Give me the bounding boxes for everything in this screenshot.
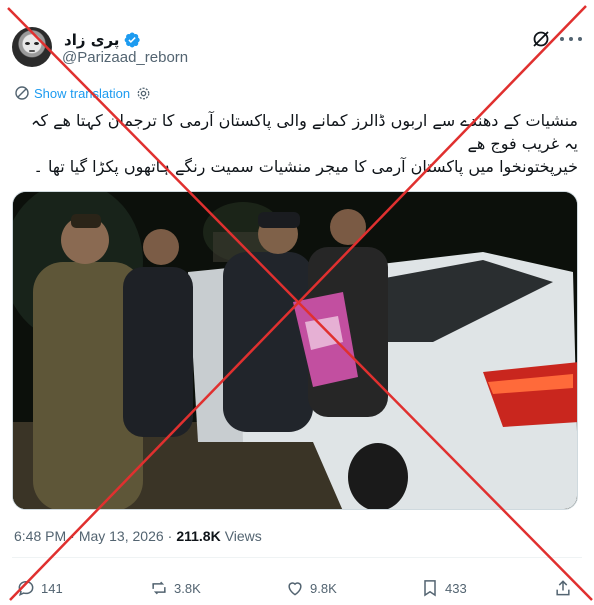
separator: · xyxy=(167,528,173,544)
repost-button[interactable]: 3.8K xyxy=(149,578,201,598)
verified-badge-icon xyxy=(125,32,141,48)
reply-icon xyxy=(18,580,34,597)
tweet-text-line: خیرپختونخوا میں پاکستان آرمی کا میجر منش… xyxy=(33,157,578,176)
heart-icon xyxy=(288,582,302,596)
divider xyxy=(12,557,582,558)
repost-icon xyxy=(152,581,166,595)
avatar[interactable] xyxy=(12,27,52,67)
like-button[interactable]: 9.8K xyxy=(285,578,337,598)
author-handle[interactable]: @Parizaad_reborn xyxy=(62,49,188,66)
tweet-text-line: منشیات کے دھندے سے اربوں ڈالرز کمانے وال… xyxy=(31,111,578,153)
bookmark-icon xyxy=(424,580,436,597)
views-count: 211.8K xyxy=(176,528,221,544)
views-label: Views xyxy=(224,528,262,544)
like-count: 9.8K xyxy=(310,580,337,596)
more-options-icon[interactable] xyxy=(560,29,582,49)
settings-gear-icon[interactable] xyxy=(136,86,151,101)
tweet-card: پری زاد @Parizaad_reborn Show translatio… xyxy=(0,0,594,605)
translate-icon xyxy=(15,86,29,100)
display-name[interactable]: پری زاد xyxy=(64,31,119,49)
translation-row: Show translation xyxy=(14,85,151,101)
separator: · xyxy=(70,528,75,544)
share-icon xyxy=(556,580,570,596)
tweet-photo[interactable] xyxy=(12,191,578,510)
bookmark-button[interactable]: 433 xyxy=(420,578,467,598)
grok-icon[interactable] xyxy=(531,29,551,49)
repost-count: 3.8K xyxy=(174,580,201,596)
bookmark-count: 433 xyxy=(445,580,467,596)
show-translation-link[interactable]: Show translation xyxy=(34,86,130,101)
tweet-text: منشیات کے دھندے سے اربوں ڈالرز کمانے وال… xyxy=(18,109,578,178)
reply-button[interactable]: 141 xyxy=(16,578,63,598)
author-name-row[interactable]: پری زاد xyxy=(64,30,141,50)
reply-count: 141 xyxy=(41,580,63,596)
tweet-date[interactable]: May 13, 2026 xyxy=(79,528,164,544)
timestamp-row: 6:48 PM · May 13, 2026 · 211.8K Views xyxy=(14,528,262,544)
share-button[interactable] xyxy=(553,578,573,598)
tweet-time[interactable]: 6:48 PM xyxy=(14,528,66,544)
